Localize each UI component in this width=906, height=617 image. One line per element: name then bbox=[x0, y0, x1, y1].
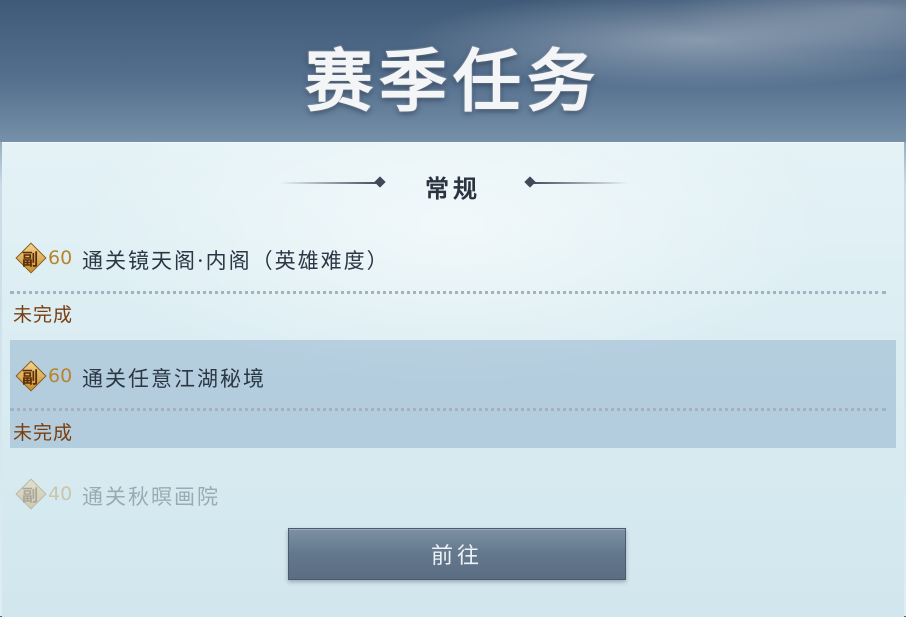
section-title: 常规 bbox=[425, 174, 481, 203]
divider bbox=[10, 291, 886, 294]
task-status: 未完成 bbox=[13, 422, 74, 444]
title-banner: 赛季任务 bbox=[0, 0, 906, 142]
task-name: 通关秋暝画院 bbox=[82, 485, 220, 509]
ornament-line-right-icon bbox=[530, 182, 628, 184]
task-points: 60 bbox=[48, 365, 73, 387]
task-points: 40 bbox=[48, 483, 73, 505]
task-item-selected[interactable]: 副 60 通关任意江湖秘境 未完成 bbox=[10, 340, 896, 448]
section-header: 常规 bbox=[2, 165, 904, 203]
task-name: 通关任意江湖秘境 bbox=[82, 367, 266, 391]
divider bbox=[10, 408, 886, 411]
task-item[interactable]: 副 60 通关镜天阁·内阁（英雄难度） 未完成 bbox=[10, 228, 896, 332]
task-name: 通关镜天阁·内阁（英雄难度） bbox=[82, 249, 390, 273]
dungeon-badge-icon: 副 bbox=[15, 478, 47, 510]
task-item[interactable]: 副 40 通关秋暝画院 bbox=[10, 466, 896, 516]
go-button[interactable]: 前往 bbox=[288, 528, 626, 580]
task-status: 未完成 bbox=[13, 304, 74, 326]
task-points: 60 bbox=[48, 247, 73, 269]
dungeon-badge-icon: 副 bbox=[15, 242, 47, 274]
dungeon-badge-icon: 副 bbox=[15, 360, 47, 392]
page-title: 赛季任务 bbox=[304, 42, 601, 122]
